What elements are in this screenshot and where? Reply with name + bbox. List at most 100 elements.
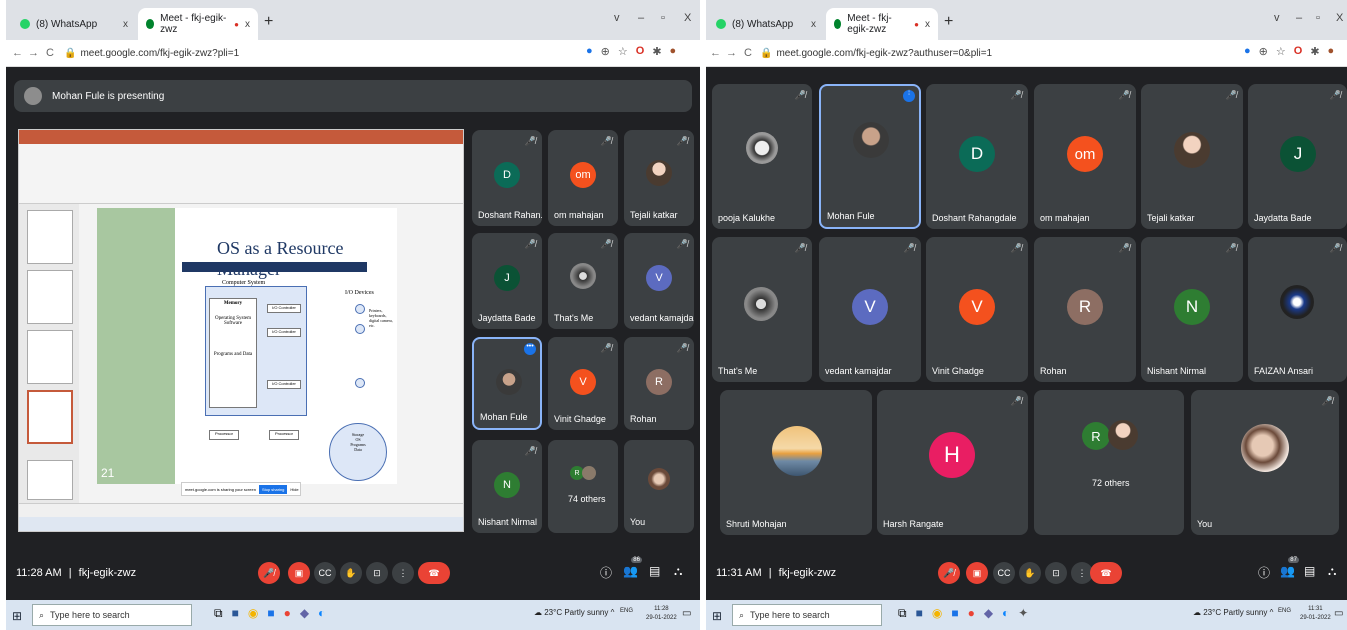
camera-toggle-button[interactable]: ▣ <box>288 562 310 584</box>
tab-meet[interactable]: Meet - fkj-egik-zwz ● x <box>826 8 938 40</box>
captions-button[interactable]: CC <box>993 562 1015 584</box>
url-field[interactable]: 🔒 meet.google.com/fkj-egik-zwz?authuser=… <box>760 46 992 61</box>
forward-icon[interactable]: → <box>28 47 39 59</box>
participant-tile[interactable]: 🎤̸ V Vinit Ghadge <box>926 237 1028 382</box>
participant-tile[interactable]: 🎤̸ om om mahajan <box>548 130 618 226</box>
store-icon[interactable]: ■ <box>267 606 274 621</box>
maximize-button[interactable]: ▫ <box>1316 12 1320 24</box>
participant-tile[interactable]: 🎤̸ J Jaydatta Bade <box>472 233 542 329</box>
participant-tile[interactable]: 🎤̸ That's Me <box>548 233 618 329</box>
participant-tile-others[interactable]: R 74 others <box>548 440 618 533</box>
notification-icon[interactable]: ▭ <box>1334 608 1343 619</box>
explorer-icon[interactable]: ■ <box>232 606 239 621</box>
info-icon[interactable]: ⓘ <box>1258 564 1270 581</box>
close-tab-icon[interactable]: x <box>811 19 816 30</box>
minimize-button[interactable]: – <box>1296 12 1302 24</box>
taskbar-clock[interactable]: 11:28 29-01-2022 <box>646 605 677 623</box>
participant-tile[interactable]: 🎤̸ FAIZAN Ansari <box>1248 237 1347 382</box>
captions-button[interactable]: CC <box>314 562 336 584</box>
maximize-button[interactable]: ▫ <box>661 12 665 24</box>
edge-icon[interactable]: ◐ <box>1002 606 1009 621</box>
slide-thumbnail[interactable] <box>27 330 73 384</box>
participant-tile[interactable]: 🎤̸ R Rohan <box>624 337 694 430</box>
camera-toggle-button[interactable]: ▣ <box>966 562 988 584</box>
tab-search-button[interactable]: v <box>614 12 620 24</box>
close-window-button[interactable]: X <box>684 12 691 24</box>
people-icon[interactable]: 👥 87 <box>1280 557 1299 578</box>
raise-hand-button[interactable]: ✋ <box>340 562 362 584</box>
participant-tile[interactable]: 🎤̸ Tejali katkar <box>1141 84 1243 229</box>
opera-icon[interactable]: O <box>636 45 645 58</box>
task-view-icon[interactable]: ⧉ <box>214 606 223 621</box>
back-icon[interactable]: ← <box>12 47 23 59</box>
chrome-icon[interactable]: ◉ <box>932 606 942 621</box>
close-tab-icon[interactable]: x <box>925 19 930 30</box>
participant-tile[interactable]: 🎤̸ That's Me <box>712 237 812 382</box>
participant-tile[interactable]: 🎤̸ R Rohan <box>1034 237 1136 382</box>
explorer-icon[interactable]: ■ <box>916 606 923 621</box>
teams-icon[interactable]: ◆ <box>984 606 993 621</box>
bookmark-star-icon[interactable]: ☆ <box>618 45 628 58</box>
url-field[interactable]: 🔒 meet.google.com/fkj-egik-zwz?pli=1 <box>64 46 239 61</box>
participant-tile-self[interactable]: You <box>624 440 694 533</box>
people-icon[interactable]: 👥 86 <box>623 557 642 578</box>
profile-avatar-icon[interactable]: ● <box>670 45 677 58</box>
participant-tile[interactable]: 🎤̸ N Nishant Nirmal <box>1141 237 1243 382</box>
participant-tile-active[interactable]: ••• Mohan Fule <box>472 337 542 430</box>
camera-icon[interactable]: ● <box>586 45 593 58</box>
participant-tile[interactable]: 🎤̸ om om mahajan <box>1034 84 1136 229</box>
mic-toggle-button[interactable]: 🎤̸ <box>258 562 280 584</box>
tab-whatsapp[interactable]: (8) WhatsApp x <box>708 8 824 40</box>
tab-whatsapp[interactable]: (8) WhatsApp x <box>12 8 136 40</box>
puzzle-icon[interactable]: ✱ <box>652 45 661 58</box>
minimize-button[interactable]: – <box>638 12 644 24</box>
participant-tile[interactable]: 🎤̸ N Nishant Nirmal <box>472 440 542 533</box>
close-tab-icon[interactable]: x <box>245 19 250 30</box>
participant-tile[interactable]: 🎤̸ H Harsh Rangate <box>877 390 1028 535</box>
share-icon[interactable]: ⊕ <box>1259 45 1268 58</box>
camera-icon[interactable]: ● <box>1244 45 1251 58</box>
slide-thumbnail[interactable] <box>27 210 73 264</box>
participant-tile[interactable]: Shruti Mohajan <box>720 390 872 535</box>
slide-thumbnail-selected[interactable] <box>27 390 73 444</box>
chat-icon[interactable]: ▤ <box>649 564 660 578</box>
participant-tile[interactable]: 🎤̸ pooja Kalukhe <box>712 84 812 229</box>
present-button[interactable]: ⊡ <box>366 562 388 584</box>
participant-tile-others[interactable]: R 72 others <box>1034 390 1184 535</box>
weather-widget[interactable]: ☁ 23°C Partly sunny ^ <box>1193 608 1273 617</box>
slide-thumbnail[interactable] <box>27 270 73 324</box>
chat-icon[interactable]: ▤ <box>1304 564 1315 578</box>
participant-tile[interactable]: 🎤̸ Tejali katkar <box>624 130 694 226</box>
store-icon[interactable]: ■ <box>951 606 958 621</box>
edge-icon[interactable]: ◐ <box>318 606 325 621</box>
participant-tile-active[interactable]: ⦙ Mohan Fule <box>819 84 921 229</box>
bookmark-star-icon[interactable]: ☆ <box>1276 45 1286 58</box>
hide-button[interactable]: Hide <box>290 487 298 492</box>
teams-icon[interactable]: ◆ <box>300 606 309 621</box>
participant-tile[interactable]: 🎤̸ V vedant kamajdar <box>819 237 921 382</box>
tab-search-button[interactable]: v <box>1274 12 1280 24</box>
leave-call-button[interactable]: ☎ <box>418 562 450 584</box>
new-tab-button[interactable]: + <box>264 13 273 31</box>
back-icon[interactable]: ← <box>710 47 721 59</box>
task-view-icon[interactable]: ⧉ <box>898 606 907 621</box>
taskbar-search-box[interactable]: ⌕ Type here to search <box>32 604 192 626</box>
close-tab-icon[interactable]: x <box>123 19 128 30</box>
participant-tile[interactable]: 🎤̸ V vedant kamajdar <box>624 233 694 329</box>
share-icon[interactable]: ⊕ <box>601 45 610 58</box>
reload-icon[interactable]: C <box>744 47 752 59</box>
leave-call-button[interactable]: ☎ <box>1090 562 1122 584</box>
raise-hand-button[interactable]: ✋ <box>1019 562 1041 584</box>
forward-icon[interactable]: → <box>726 47 737 59</box>
activities-icon[interactable]: ⛬ <box>1328 564 1336 579</box>
notification-icon[interactable]: ▭ <box>682 608 691 619</box>
opera-icon[interactable]: O <box>1294 45 1303 58</box>
participant-tile[interactable]: 🎤̸ D Doshant Rahangdale <box>926 84 1028 229</box>
participant-tile[interactable]: 🎤̸ J Jaydatta Bade <box>1248 84 1347 229</box>
taskbar-clock[interactable]: 11:31 29-01-2022 <box>1300 605 1331 623</box>
more-options-button[interactable]: ⋮ <box>392 562 414 584</box>
app-icon[interactable]: ✦ <box>1018 606 1028 621</box>
close-window-button[interactable]: X <box>1336 12 1343 24</box>
chrome-icon[interactable]: ◉ <box>248 606 258 621</box>
puzzle-icon[interactable]: ✱ <box>1310 45 1319 58</box>
